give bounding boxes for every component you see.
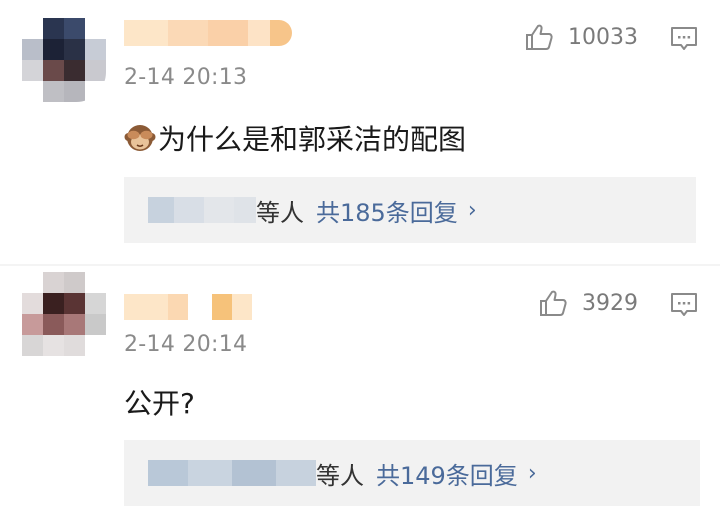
comment-timestamp: 2-14 20:13 [124, 65, 248, 90]
like-count: 10033 [568, 24, 638, 50]
username-blurred[interactable] [124, 294, 252, 320]
avatar[interactable] [22, 272, 106, 356]
comment-text-row: 为什么是和郭采洁的配图 [124, 118, 466, 158]
view-replies-button[interactable]: 等人 共185条回复 › [124, 177, 696, 243]
view-replies-button[interactable]: 等人 共149条回复 › [124, 440, 700, 506]
see-no-evil-monkey-icon [124, 125, 156, 151]
comment-item: 2-14 20:14 3929 公开? 等人 共149条回复 › [0, 266, 720, 519]
like-button[interactable]: 3929 [538, 288, 638, 318]
comment-text-row: 公开? [124, 382, 195, 422]
like-count: 3929 [582, 290, 638, 316]
username-blurred[interactable] [124, 20, 292, 46]
replier-names-blurred [148, 197, 256, 223]
comment-item: 2-14 20:13 10033 为什么是和郭采洁的配图 等人 共185条回复 … [0, 0, 720, 260]
reply-count-link[interactable]: 共149条回复 [376, 456, 518, 491]
replier-suffix: 等人 [256, 198, 304, 227]
thumbs-up-icon [526, 24, 553, 50]
chevron-right-icon: › [527, 460, 537, 486]
comment-timestamp: 2-14 20:14 [124, 332, 248, 357]
thumbs-up-icon [540, 290, 567, 316]
comment-bubble-icon[interactable] [670, 26, 698, 52]
chevron-right-icon: › [467, 197, 477, 223]
comment-text: 公开? [124, 387, 195, 420]
reply-count-link[interactable]: 共185条回复 [316, 193, 458, 228]
comment-text: 为什么是和郭采洁的配图 [158, 123, 467, 156]
avatar[interactable] [22, 18, 106, 102]
comment-bubble-icon[interactable] [670, 292, 698, 318]
replier-suffix: 等人 [316, 461, 364, 490]
replier-names-blurred [148, 460, 316, 486]
like-button[interactable]: 10033 [524, 22, 638, 52]
